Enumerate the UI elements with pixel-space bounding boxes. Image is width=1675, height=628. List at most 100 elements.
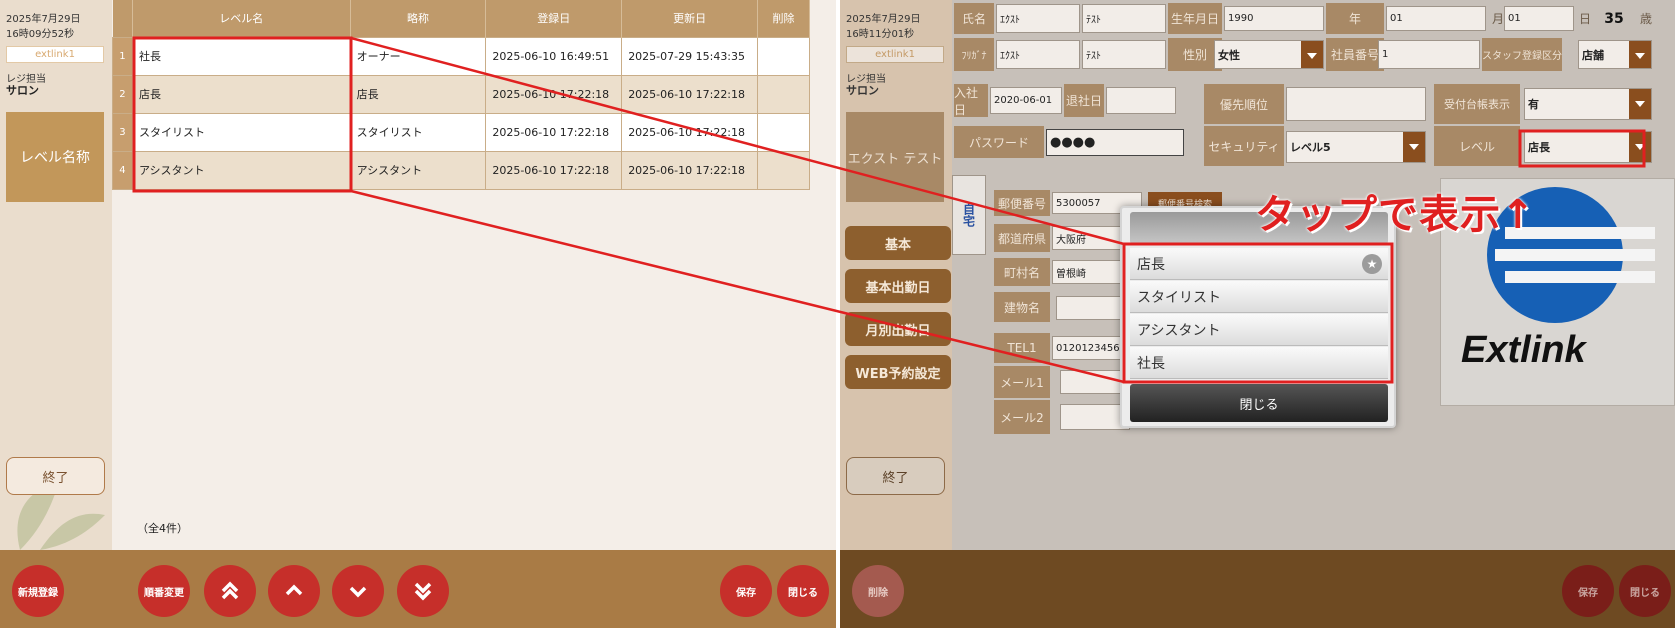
row-number: 3: [112, 112, 133, 152]
selected-star-icon: ★: [1362, 254, 1382, 274]
emp-no-field[interactable]: 1: [1378, 40, 1480, 69]
dropdown-arrow-icon: [1301, 41, 1323, 68]
leave-date-field[interactable]: [1106, 87, 1176, 114]
col-no: [112, 0, 133, 37]
chevron-up-icon: [285, 584, 303, 596]
gender-select[interactable]: 女性: [1214, 40, 1324, 69]
staff-type-label: スタッフ登録区分: [1482, 38, 1562, 71]
level-table: レベル名 略称 登録日 更新日 削除 1 社長 オーナー 2025-06-10 …: [112, 0, 810, 190]
first-name-field[interactable]: ﾃｽﾄ: [1082, 4, 1166, 33]
mail1-label: メール1: [994, 366, 1050, 398]
name-label: 氏名: [954, 3, 994, 34]
move-bottom-button[interactable]: [397, 565, 449, 617]
annotation-text: タップで表示↑: [1255, 192, 1536, 238]
abbr-cell[interactable]: スタイリスト: [349, 112, 487, 152]
kana-first-field[interactable]: ﾃｽﾄ: [1082, 40, 1166, 69]
abbr-cell[interactable]: アシスタント: [349, 150, 487, 190]
move-down-button[interactable]: [332, 565, 384, 617]
record-count: （全4件）: [137, 522, 188, 535]
priority-field[interactable]: [1286, 87, 1426, 121]
updated-cell: 2025-07-29 15:43:35: [621, 36, 759, 76]
level-label: レベル: [1434, 126, 1520, 166]
end-button[interactable]: 終了: [6, 457, 105, 495]
nav-basic-workdays[interactable]: 基本出勤日: [845, 269, 951, 303]
save-button[interactable]: 保存: [720, 565, 772, 617]
datetime: 2025年7月29日 16時09分52秒: [6, 12, 81, 42]
tel-label: TEL1: [994, 333, 1050, 363]
delete-cell[interactable]: [757, 150, 810, 190]
option-label: 店長: [1137, 256, 1165, 273]
picker-option-stylist[interactable]: スタイリスト: [1130, 281, 1388, 313]
delete-button[interactable]: 削除: [852, 565, 904, 617]
picker-close-button[interactable]: 閉じる: [1130, 384, 1388, 422]
level-name-cell[interactable]: スタイリスト: [131, 112, 351, 152]
abbr-cell[interactable]: オーナー: [349, 36, 487, 76]
bottom-toolbar: [840, 550, 1675, 628]
pref-label: 都道府県: [994, 224, 1050, 252]
password-label: パスワード: [954, 126, 1044, 158]
nav-web-booking[interactable]: WEB予約設定: [845, 355, 951, 389]
emp-no-label: 社員番号: [1326, 38, 1384, 71]
row-number: 2: [112, 74, 133, 114]
store-link[interactable]: extlink1: [6, 46, 104, 63]
join-date-field[interactable]: 2020-06-01: [990, 87, 1062, 114]
level-value: 店長: [1528, 141, 1550, 154]
last-name-field[interactable]: ｴｸｽﾄ: [996, 4, 1080, 33]
col-abbr: 略称: [350, 0, 487, 37]
staff-type-value: 店舗: [1582, 48, 1604, 62]
level-list-screen: 2025年7月29日 16時09分52秒 extlink1 レジ担当 サロン レ…: [0, 0, 836, 628]
picker-option-manager[interactable]: 店長 ★: [1130, 248, 1388, 280]
postal-label: 郵便番号: [994, 190, 1050, 216]
kana-last-field[interactable]: ｴｸｽﾄ: [996, 40, 1080, 69]
year-unit: 年: [1326, 3, 1384, 34]
level-select[interactable]: 店長: [1524, 131, 1652, 163]
close-button[interactable]: 閉じる: [1619, 565, 1671, 617]
date-text: 2025年7月29日: [6, 14, 81, 25]
birth-year-field[interactable]: 1990: [1224, 6, 1324, 31]
nav-monthly-workdays[interactable]: 月別出勤日: [845, 312, 951, 346]
row-number: 4: [112, 150, 133, 190]
table-row[interactable]: 4 アシスタント アシスタント 2025-06-10 17:22:18 2025…: [112, 150, 810, 190]
sidebar: 2025年7月29日 16時09分52秒 extlink1 レジ担当 サロン レ…: [0, 0, 112, 550]
birth-day-field[interactable]: 01: [1504, 6, 1574, 31]
level-name-cell[interactable]: 店長: [131, 74, 351, 114]
reorder-button[interactable]: 順番変更: [138, 565, 190, 617]
section-title: レベル名称: [6, 112, 104, 202]
table-row[interactable]: 1 社長 オーナー 2025-06-10 16:49:51 2025-07-29…: [112, 36, 810, 76]
birth-month-field[interactable]: 01: [1386, 6, 1486, 31]
created-cell: 2025-06-10 17:22:18: [485, 74, 623, 114]
picker-option-assistant[interactable]: アシスタント: [1130, 314, 1388, 346]
table-row[interactable]: 3 スタイリスト スタイリスト 2025-06-10 17:22:18 2025…: [112, 112, 810, 152]
dropdown-arrow-icon: [1629, 41, 1651, 68]
staff-type-select[interactable]: 店舗: [1578, 40, 1652, 69]
double-chevron-up-icon: [221, 581, 239, 600]
end-button[interactable]: 終了: [846, 457, 945, 495]
move-top-button[interactable]: [204, 565, 256, 617]
level-name-cell[interactable]: アシスタント: [131, 150, 351, 190]
level-name-cell[interactable]: 社長: [131, 36, 351, 76]
security-select[interactable]: レベル5: [1286, 131, 1426, 163]
nav-basic[interactable]: 基本: [845, 226, 951, 260]
leave-label: 退社日: [1064, 84, 1104, 117]
table-row[interactable]: 2 店長 店長 2025-06-10 17:22:18 2025-06-10 1…: [112, 74, 810, 114]
new-register-button[interactable]: 新規登録: [12, 565, 64, 617]
store-link[interactable]: extlink1: [846, 46, 944, 63]
save-button[interactable]: 保存: [1562, 565, 1614, 617]
delete-cell[interactable]: [757, 36, 810, 76]
picker-option-president[interactable]: 社長: [1130, 347, 1388, 379]
password-field[interactable]: ●●●●: [1046, 129, 1184, 156]
move-up-button[interactable]: [268, 565, 320, 617]
abbr-cell[interactable]: 店長: [349, 74, 487, 114]
col-delete: 削除: [757, 0, 810, 37]
logo-text: Extlink: [1461, 329, 1586, 371]
delete-cell[interactable]: [757, 74, 810, 114]
close-button[interactable]: 閉じる: [777, 565, 829, 617]
mail2-label: メール2: [994, 400, 1050, 434]
register-role: レジ担当 サロン: [6, 74, 46, 97]
created-cell: 2025-06-10 16:49:51: [485, 36, 623, 76]
delete-cell[interactable]: [757, 112, 810, 152]
reception-select[interactable]: 有: [1524, 88, 1652, 120]
register-role: レジ担当 サロン: [846, 74, 886, 97]
time-text: 16時09分52秒: [6, 29, 75, 40]
tab-home[interactable]: 自宅: [952, 175, 986, 255]
